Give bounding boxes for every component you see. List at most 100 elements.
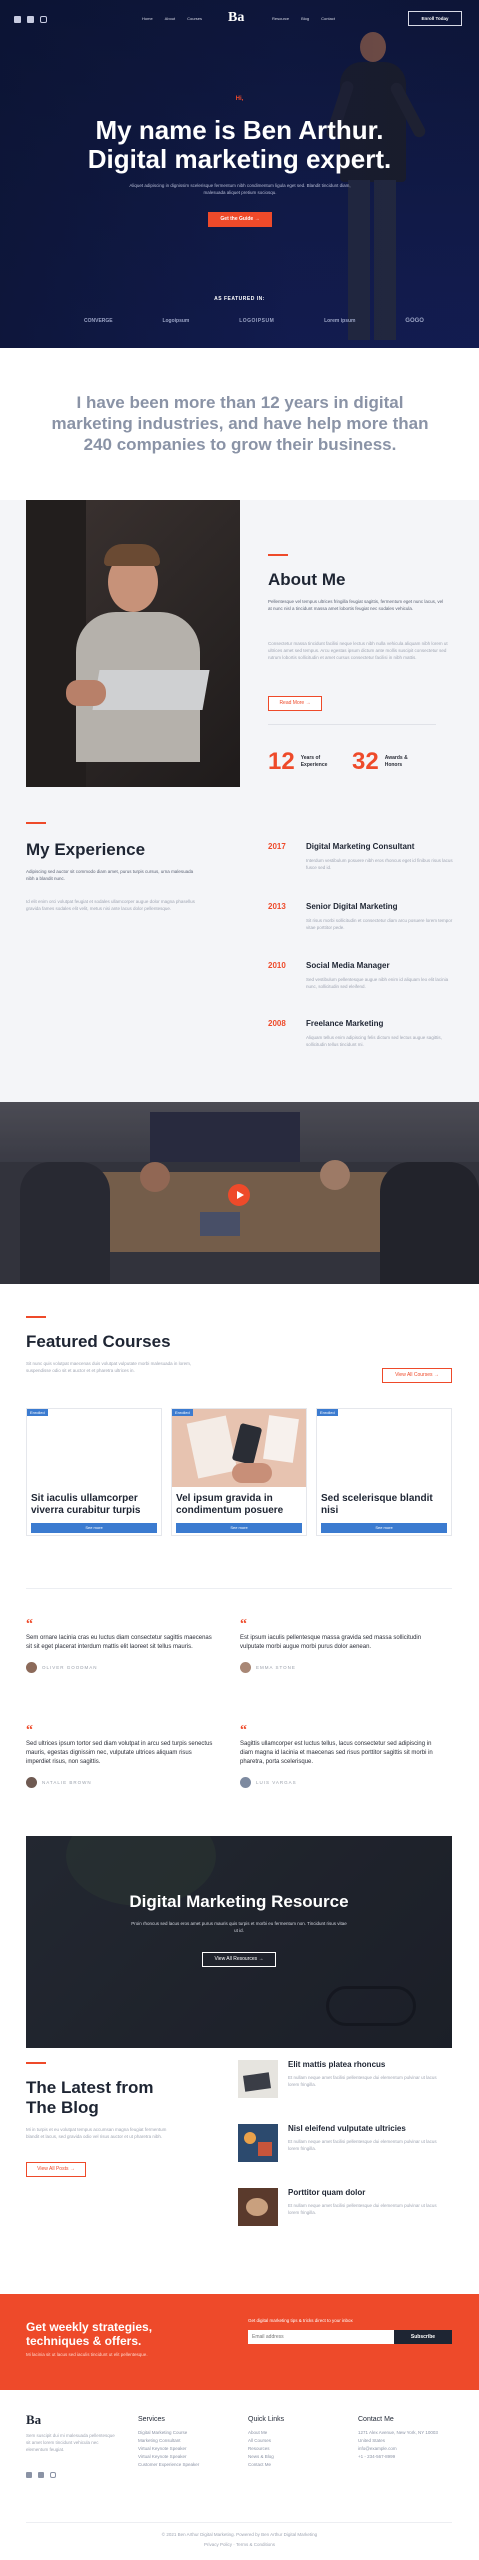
experience-item: 2017 Digital Marketing Consultant Interd… bbox=[268, 842, 454, 871]
testimonial-name: OLIVER GOODMAN bbox=[42, 1665, 98, 1670]
footer-link[interactable]: All Courses bbox=[248, 2437, 338, 2445]
footer-link[interactable]: Virtual Keynote Speaker bbox=[138, 2453, 234, 2461]
testimonial-quote: Sed ultrices ipsum tortor sed diam volut… bbox=[26, 1741, 213, 1765]
footer-link[interactable]: Customer Experience Speaker bbox=[138, 2461, 234, 2469]
courses-title: Featured Courses bbox=[26, 1332, 171, 1351]
courses-accent-line bbox=[26, 1316, 46, 1318]
nav-link-blog[interactable]: Blog bbox=[301, 16, 309, 21]
experience-year: 2008 bbox=[268, 1019, 286, 1028]
testimonial-quote: Sem ornare lacinia cras eu luctus diam c… bbox=[26, 1635, 212, 1650]
blog-post[interactable]: Elit mattis platea rhoncus Et nullam neq… bbox=[238, 2060, 452, 2100]
testimonial-name: LUIS VARGAS bbox=[256, 1780, 297, 1785]
instagram-icon[interactable] bbox=[40, 16, 47, 23]
experience-section: My Experience Adipiscing sed auctor sit … bbox=[0, 800, 479, 1102]
resource-text: Proin rhoncus sed lacus eros amet purus … bbox=[131, 1921, 347, 1933]
footer-col-title: Contact Me bbox=[358, 2416, 394, 2423]
resource-title: Digital Marketing Resource bbox=[129, 1892, 349, 1911]
course-card[interactable]: Enrolled Sed scelerisque blandit nisi Se… bbox=[316, 1408, 452, 1536]
avatar bbox=[26, 1662, 37, 1673]
footer-address: 1271 Alex Avenue, New York, NY 10003 bbox=[358, 2430, 438, 2435]
blog-post[interactable]: Porttitor quam dolor Et nullam neque ame… bbox=[238, 2188, 452, 2228]
avatar bbox=[240, 1777, 251, 1788]
intro-section: I have been more than 12 years in digita… bbox=[0, 348, 479, 500]
experience-role: Freelance Marketing bbox=[306, 1019, 384, 1028]
course-card[interactable]: Enrolled Sit iaculis ullamcorper viverra… bbox=[26, 1408, 162, 1536]
get-guide-button[interactable]: Get the Guide → bbox=[208, 212, 272, 227]
footer-logo[interactable]: Ba bbox=[26, 2412, 41, 2428]
courses-divider bbox=[26, 1588, 452, 1589]
course-button[interactable]: See more bbox=[321, 1523, 447, 1533]
footer-social bbox=[26, 2472, 56, 2478]
play-icon bbox=[236, 1191, 244, 1199]
twitter-icon[interactable] bbox=[14, 16, 21, 23]
nav-link-resource[interactable]: Resource bbox=[272, 16, 289, 21]
view-all-resources-label: View All Resources bbox=[214, 1956, 258, 1962]
course-badge: Enrolled bbox=[27, 1409, 48, 1416]
nav-link-about[interactable]: About bbox=[165, 16, 175, 21]
blog-post-desc: Et nullam neque amet facilisi pellentesq… bbox=[288, 2139, 437, 2151]
subscribe-button[interactable]: Subscribe bbox=[394, 2330, 452, 2344]
intro-text: I have been more than 12 years in digita… bbox=[51, 393, 429, 454]
course-badge: Enrolled bbox=[172, 1409, 193, 1416]
testimonial: “ Sagittis ullamcorper est luctus tellus… bbox=[240, 1723, 440, 1788]
footer-phone[interactable]: +1 - 234-567-8999 bbox=[358, 2453, 458, 2461]
experience-year: 2010 bbox=[268, 961, 286, 970]
course-button[interactable]: See more bbox=[31, 1523, 157, 1533]
view-all-courses-button[interactable]: View All Courses → bbox=[382, 1368, 452, 1383]
newsletter-section: Get weekly strategies, techniques & offe… bbox=[0, 2294, 479, 2390]
footer-link[interactable]: Contact Me bbox=[248, 2461, 338, 2469]
footer-legal[interactable]: Privacy Policy · Terms & Conditions bbox=[0, 2542, 479, 2547]
hero-eyebrow: Hi, bbox=[235, 96, 244, 102]
stat-awards-label: Awards & Honors bbox=[384, 755, 408, 768]
hero-title-line1: My name is Ben Arthur. bbox=[95, 115, 384, 145]
quote-icon: “ bbox=[240, 1617, 247, 1632]
read-more-button[interactable]: Read More → bbox=[268, 696, 322, 711]
footer-country: United States bbox=[358, 2438, 386, 2443]
footer-link[interactable]: Resources bbox=[248, 2445, 338, 2453]
resource-banner: Digital Marketing Resource Proin rhoncus… bbox=[26, 1836, 452, 2048]
footer-link[interactable]: Digital Marketing Course bbox=[138, 2429, 234, 2437]
facebook-icon[interactable] bbox=[27, 16, 34, 23]
blog-post[interactable]: Nisl eleifend vulputate ultricies Et nul… bbox=[238, 2124, 452, 2164]
testimonial: “ Sem ornare lacinia cras eu luctus diam… bbox=[26, 1618, 216, 1673]
site-logo[interactable]: Ba bbox=[228, 10, 244, 26]
about-photo bbox=[26, 500, 240, 787]
social-links bbox=[14, 16, 47, 23]
enroll-button[interactable]: Enroll Today bbox=[408, 11, 462, 26]
footer-link[interactable]: Marketing Consultant bbox=[138, 2437, 234, 2445]
experience-body: Id elit enim orci volutpat feugiat et so… bbox=[26, 899, 195, 911]
nav-link-home[interactable]: Home bbox=[142, 16, 153, 21]
course-button[interactable]: See more bbox=[176, 1523, 302, 1533]
view-all-resources-button[interactable]: View All Resources → bbox=[202, 1952, 276, 1967]
newsletter-form-label: Get digital marketing tips & tricks dire… bbox=[248, 2318, 353, 2323]
nav-link-courses[interactable]: Courses bbox=[187, 16, 202, 21]
instagram-icon[interactable] bbox=[50, 2472, 56, 2478]
experience-role: Social Media Manager bbox=[306, 961, 390, 970]
course-card[interactable]: Enrolled Vel ipsum gravida in condimentu… bbox=[171, 1408, 307, 1536]
footer-link[interactable]: About Me bbox=[248, 2429, 338, 2437]
footer-email[interactable]: info@example.com bbox=[358, 2445, 458, 2453]
quote-icon: “ bbox=[240, 1723, 247, 1738]
arrow-right-icon: → bbox=[254, 216, 260, 222]
newsletter-title: Get weekly strategies, techniques & offe… bbox=[26, 2320, 153, 2348]
view-all-posts-button[interactable]: View All Posts → bbox=[26, 2162, 86, 2177]
footer-col-services: Services Digital Marketing Course Market… bbox=[138, 2416, 234, 2469]
footer-link[interactable]: News & Blog bbox=[248, 2453, 338, 2461]
arrow-right-icon: → bbox=[305, 700, 311, 706]
nav-left: Home About Courses bbox=[142, 16, 202, 21]
course-title: Sed scelerisque blandit nisi bbox=[321, 1493, 433, 1516]
email-input[interactable] bbox=[248, 2330, 394, 2344]
twitter-icon[interactable] bbox=[26, 2472, 32, 2478]
blog-post-title[interactable]: Elit mattis platea rhoncus bbox=[288, 2060, 385, 2069]
logo-lorem-ipsum: Lorem ipsum bbox=[324, 318, 356, 324]
play-video-button[interactable] bbox=[228, 1184, 250, 1206]
blog-post-title[interactable]: Porttitor quam dolor bbox=[288, 2188, 365, 2197]
footer-desc: Sem suscipit dui mi malesuada pellentesq… bbox=[26, 2433, 115, 2452]
course-image bbox=[317, 1409, 451, 1487]
nav-link-contact[interactable]: Contact bbox=[321, 16, 335, 21]
facebook-icon[interactable] bbox=[38, 2472, 44, 2478]
footer-link[interactable]: Virtual Keynote Speaker bbox=[138, 2445, 234, 2453]
blog-post-title[interactable]: Nisl eleifend vulputate ultricies bbox=[288, 2124, 406, 2133]
experience-title: My Experience bbox=[26, 840, 146, 859]
footer: Ba Sem suscipit dui mi malesuada pellent… bbox=[0, 2390, 479, 2560]
